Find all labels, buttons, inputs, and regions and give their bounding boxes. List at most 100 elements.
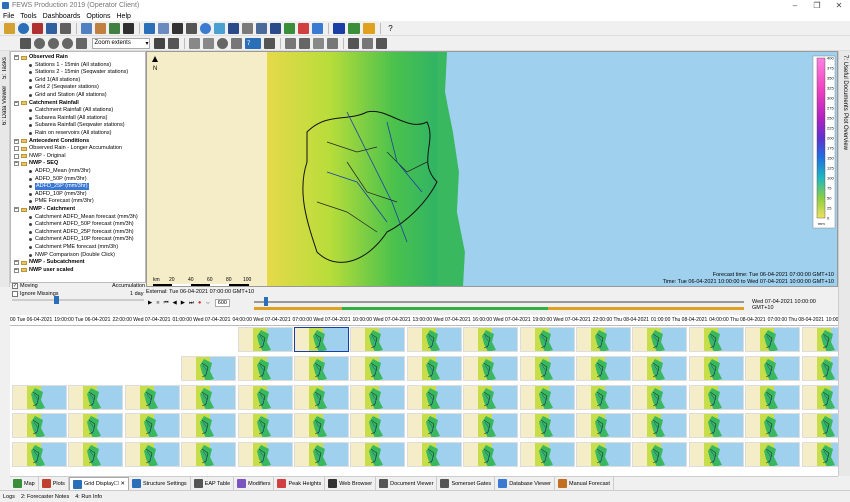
grid-thumbnail[interactable] (12, 384, 67, 410)
grid-thumbnail[interactable] (294, 327, 349, 352)
collapse-icon[interactable]: − (14, 161, 19, 167)
grid-thumbnail[interactable] (237, 384, 293, 410)
tree-item[interactable]: Catchment ADFD_10P forecast (mm/3h) (29, 236, 134, 243)
tree-item[interactable]: − Catchment Rainfall (14, 100, 79, 107)
arrows-icon[interactable]: ⇔ (205, 300, 211, 306)
tree-item[interactable]: − NWP user scaled (14, 267, 74, 274)
grid-thumbnail[interactable] (688, 384, 744, 410)
step-forward-icon[interactable]: ⏭ (189, 300, 194, 307)
hb-icon[interactable] (363, 22, 375, 34)
tree-item[interactable]: Grid 2 (Seqwater stations) (29, 84, 99, 91)
grid-thumbnail[interactable] (688, 413, 744, 439)
grid-thumbnail[interactable] (406, 355, 462, 381)
grid-thumbnail[interactable] (124, 442, 180, 468)
bottom-tab[interactable]: EAP Table (191, 477, 235, 490)
grid-thumbnail[interactable] (294, 442, 349, 468)
bottom-tab[interactable]: Document Viewer (376, 477, 438, 490)
pan-icon[interactable] (20, 37, 31, 49)
tree-item[interactable]: Grid and Station (All stations) (29, 92, 107, 99)
collapse-icon[interactable]: − (14, 55, 19, 60)
grid-thumbnail[interactable] (688, 442, 744, 468)
tree-item[interactable]: Subarea Rainfall (All stations) (29, 115, 107, 122)
gauge-icon[interactable] (214, 22, 225, 34)
tab-plot-overview[interactable]: Plot Overview (842, 113, 848, 153)
tree-item[interactable]: Rain on reservoirs (All stations) (29, 130, 111, 137)
bottom-tab[interactable]: Structure Settings (129, 477, 191, 490)
pencil-icon[interactable] (348, 37, 359, 49)
grid-thumbnail[interactable] (237, 413, 293, 439)
settings-icon[interactable] (242, 22, 253, 34)
grid-thumbnail[interactable] (12, 442, 67, 468)
rainfall-map[interactable]: N km 20 40 60 80 100 400 375 350 325 300 275 2… (147, 52, 838, 287)
grid-thumbnail[interactable] (406, 327, 462, 352)
legend-icon[interactable] (327, 37, 338, 49)
layers-icon[interactable] (256, 22, 267, 34)
tree-item[interactable]: Catchment ADFD_25P forecast (mm/3h) (29, 229, 134, 236)
rewind-icon[interactable]: ◀ (173, 300, 177, 306)
tree-item[interactable]: ADFD_Mean (mm/3hr) (29, 168, 91, 175)
grid-thumbnail[interactable] (745, 384, 801, 410)
list-icon[interactable] (168, 37, 179, 49)
grid-thumbnail[interactable] (632, 442, 688, 468)
grid-thumbnail[interactable] (181, 384, 237, 410)
edit-icon[interactable] (81, 22, 92, 34)
grid-thumbnail[interactable] (350, 384, 406, 410)
forward-icon[interactable]: ▶ (181, 300, 185, 306)
collapse-icon[interactable]: − (14, 267, 19, 273)
status-forecaster-notes[interactable]: 2: Forecaster Notes (21, 494, 69, 500)
open-icon[interactable] (4, 22, 15, 34)
accumulation-slider[interactable] (12, 296, 144, 304)
grid-thumbnail[interactable] (294, 355, 349, 381)
graph-icon[interactable] (158, 22, 169, 34)
image-icon[interactable] (144, 22, 155, 34)
grid-thumbnail[interactable] (237, 355, 293, 381)
tree-item[interactable]: − NWP - Subcatchment (14, 259, 85, 266)
contour-icon[interactable] (313, 37, 324, 49)
fe-icon[interactable] (333, 22, 345, 34)
tab-tasks[interactable]: 5: Tasks (2, 55, 8, 79)
zoom-in-icon[interactable] (34, 37, 45, 49)
step-selector[interactable]: 7 (245, 37, 261, 49)
layers-toggle-icon[interactable] (154, 37, 165, 49)
tree-item[interactable]: − NWP - SEQ (14, 160, 58, 167)
status-logs[interactable]: Logs (3, 494, 15, 500)
grid-thumbnail[interactable] (463, 442, 519, 468)
close-button[interactable]: ✕ (828, 1, 850, 10)
collapse-icon[interactable]: − (14, 260, 19, 266)
grid-icon[interactable] (284, 22, 295, 34)
grid-thumbnail[interactable] (237, 327, 293, 352)
menu-dashboards[interactable]: Dashboards (43, 13, 81, 20)
grid-thumbnail[interactable] (350, 327, 406, 352)
grid-thumbnail[interactable] (801, 384, 838, 410)
globe-icon[interactable] (18, 22, 29, 34)
menu-options[interactable]: Options (86, 13, 110, 20)
grid-thumbnail[interactable] (181, 442, 237, 468)
grid-thumbnail[interactable] (463, 384, 519, 410)
grid-thumbnail[interactable] (294, 413, 349, 439)
menu-file[interactable]: File (3, 13, 14, 20)
grid-thumbnail[interactable] (745, 327, 801, 352)
step-back-icon[interactable]: ⏮ (164, 300, 169, 307)
tree-item[interactable]: Catchment ADFD_Mean forecast (mm/3h) (29, 214, 138, 221)
zoom-box-icon[interactable] (62, 37, 73, 49)
grid-thumbnail[interactable] (801, 327, 838, 352)
collapse-icon[interactable]: − (14, 138, 19, 144)
grid-thumbnail[interactable] (576, 355, 631, 381)
grid-thumbnail[interactable] (12, 413, 67, 439)
grid-thumbnail[interactable] (294, 384, 349, 410)
monitor-icon[interactable] (123, 22, 134, 34)
triangle-icon[interactable] (285, 37, 296, 49)
tree-item[interactable]: Catchment PME forecast (mm/3h) (29, 244, 118, 251)
time-slider-thumb[interactable] (264, 297, 268, 306)
tree-item[interactable]: Grid 1(All stations) (29, 77, 80, 84)
grid-thumbnail[interactable] (801, 442, 838, 468)
wave-icon[interactable] (228, 22, 239, 34)
map-panel[interactable]: N km 20 40 60 80 100 400 375 350 325 300 275 2… (146, 51, 838, 287)
tree-item[interactable]: ADFD_10P (mm/3hr) (29, 191, 87, 198)
grid-thumbnail[interactable] (124, 384, 180, 410)
minimize-button[interactable]: – (784, 1, 806, 10)
grid-thumbnail[interactable] (519, 355, 575, 381)
tree-item[interactable]: NWP Comparison (Double Click) (29, 252, 115, 259)
tree-item[interactable]: ADFD_25P (mm/3hr) (29, 183, 89, 191)
menu-help[interactable]: Help (117, 13, 131, 20)
